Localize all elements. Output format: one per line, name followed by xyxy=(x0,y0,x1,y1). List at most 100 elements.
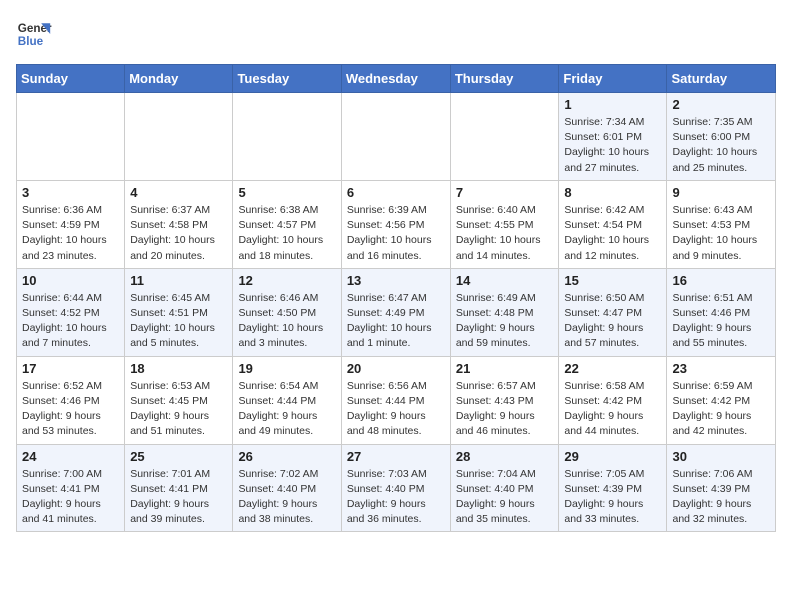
day-info: Sunrise: 6:45 AM Sunset: 4:51 PM Dayligh… xyxy=(130,291,227,352)
calendar-cell: 5 Sunrise: 6:38 AM Sunset: 4:57 PM Daylig… xyxy=(233,180,341,268)
day-info: Sunrise: 6:49 AM Sunset: 4:48 PM Dayligh… xyxy=(456,291,554,352)
day-number: 9 xyxy=(672,185,770,200)
calendar-cell: 23 Sunrise: 6:59 AM Sunset: 4:42 PM Dayli… xyxy=(667,356,776,444)
day-info: Sunrise: 7:03 AM Sunset: 4:40 PM Dayligh… xyxy=(347,467,445,528)
calendar-week-1: 1Sunrise: 7:34 AM Sunset: 6:01 PM Daylig… xyxy=(17,93,776,181)
calendar-cell: 6 Sunrise: 6:39 AM Sunset: 4:56 PM Daylig… xyxy=(341,180,450,268)
day-number: 16 xyxy=(672,273,770,288)
day-number: 23 xyxy=(672,361,770,376)
calendar-body: 1Sunrise: 7:34 AM Sunset: 6:01 PM Daylig… xyxy=(17,93,776,532)
calendar-week-5: 24 Sunrise: 7:00 AM Sunset: 4:41 PM Dayli… xyxy=(17,444,776,532)
calendar-cell: 29 Sunrise: 7:05 AM Sunset: 4:39 PM Dayli… xyxy=(559,444,667,532)
day-number: 13 xyxy=(347,273,445,288)
day-info: Sunrise: 7:34 AM Sunset: 6:01 PM Dayligh… xyxy=(564,115,661,176)
day-info: Sunrise: 7:35 AM Sunset: 6:00 PM Dayligh… xyxy=(672,115,770,176)
day-info: Sunrise: 6:58 AM Sunset: 4:42 PM Dayligh… xyxy=(564,379,661,440)
calendar-cell: 12Sunrise: 6:46 AM Sunset: 4:50 PM Dayli… xyxy=(233,268,341,356)
weekday-header-tuesday: Tuesday xyxy=(233,65,341,93)
day-number: 6 xyxy=(347,185,445,200)
day-number: 26 xyxy=(238,449,335,464)
day-number: 12 xyxy=(238,273,335,288)
day-number: 17 xyxy=(22,361,119,376)
calendar-cell: 13 Sunrise: 6:47 AM Sunset: 4:49 PM Dayli… xyxy=(341,268,450,356)
weekday-header-friday: Friday xyxy=(559,65,667,93)
day-info: Sunrise: 6:43 AM Sunset: 4:53 PM Dayligh… xyxy=(672,203,770,264)
weekday-header-monday: Monday xyxy=(125,65,233,93)
calendar-cell: 25 Sunrise: 7:01 AM Sunset: 4:41 PM Dayli… xyxy=(125,444,233,532)
calendar-cell: 20Sunrise: 6:56 AM Sunset: 4:44 PM Dayli… xyxy=(341,356,450,444)
day-number: 19 xyxy=(238,361,335,376)
day-info: Sunrise: 6:54 AM Sunset: 4:44 PM Dayligh… xyxy=(238,379,335,440)
weekday-header-sunday: Sunday xyxy=(17,65,125,93)
calendar-cell: 30 Sunrise: 7:06 AM Sunset: 4:39 PM Dayli… xyxy=(667,444,776,532)
logo-icon: General Blue xyxy=(16,16,52,52)
calendar-cell: 26 Sunrise: 7:02 AM Sunset: 4:40 PM Dayli… xyxy=(233,444,341,532)
day-info: Sunrise: 6:59 AM Sunset: 4:42 PM Dayligh… xyxy=(672,379,770,440)
day-info: Sunrise: 6:50 AM Sunset: 4:47 PM Dayligh… xyxy=(564,291,661,352)
day-info: Sunrise: 6:52 AM Sunset: 4:46 PM Dayligh… xyxy=(22,379,119,440)
day-number: 29 xyxy=(564,449,661,464)
calendar-cell: 19 Sunrise: 6:54 AM Sunset: 4:44 PM Dayli… xyxy=(233,356,341,444)
logo: General Blue xyxy=(16,16,52,52)
day-info: Sunrise: 6:51 AM Sunset: 4:46 PM Dayligh… xyxy=(672,291,770,352)
calendar-cell: 14 Sunrise: 6:49 AM Sunset: 4:48 PM Dayli… xyxy=(450,268,559,356)
day-number: 20 xyxy=(347,361,445,376)
day-number: 21 xyxy=(456,361,554,376)
day-number: 3 xyxy=(22,185,119,200)
day-number: 25 xyxy=(130,449,227,464)
calendar-cell: 2 Sunrise: 7:35 AM Sunset: 6:00 PM Daylig… xyxy=(667,93,776,181)
calendar-cell: 1Sunrise: 7:34 AM Sunset: 6:01 PM Daylig… xyxy=(559,93,667,181)
day-number: 27 xyxy=(347,449,445,464)
calendar-cell xyxy=(17,93,125,181)
calendar-week-3: 10 Sunrise: 6:44 AM Sunset: 4:52 PM Dayli… xyxy=(17,268,776,356)
calendar-cell xyxy=(125,93,233,181)
day-info: Sunrise: 6:39 AM Sunset: 4:56 PM Dayligh… xyxy=(347,203,445,264)
calendar-cell: 8Sunrise: 6:42 AM Sunset: 4:54 PM Daylig… xyxy=(559,180,667,268)
svg-text:Blue: Blue xyxy=(18,35,44,48)
calendar-cell: 27 Sunrise: 7:03 AM Sunset: 4:40 PM Dayli… xyxy=(341,444,450,532)
calendar-cell xyxy=(450,93,559,181)
day-number: 30 xyxy=(672,449,770,464)
calendar-header: SundayMondayTuesdayWednesdayThursdayFrid… xyxy=(17,65,776,93)
day-number: 4 xyxy=(130,185,227,200)
calendar-week-2: 3Sunrise: 6:36 AM Sunset: 4:59 PM Daylig… xyxy=(17,180,776,268)
calendar-cell: 21 Sunrise: 6:57 AM Sunset: 4:43 PM Dayli… xyxy=(450,356,559,444)
calendar-week-4: 17 Sunrise: 6:52 AM Sunset: 4:46 PM Dayli… xyxy=(17,356,776,444)
calendar-cell: 24 Sunrise: 7:00 AM Sunset: 4:41 PM Dayli… xyxy=(17,444,125,532)
day-info: Sunrise: 6:38 AM Sunset: 4:57 PM Dayligh… xyxy=(238,203,335,264)
day-info: Sunrise: 7:02 AM Sunset: 4:40 PM Dayligh… xyxy=(238,467,335,528)
day-number: 15 xyxy=(564,273,661,288)
day-info: Sunrise: 7:01 AM Sunset: 4:41 PM Dayligh… xyxy=(130,467,227,528)
calendar-cell: 28Sunrise: 7:04 AM Sunset: 4:40 PM Dayli… xyxy=(450,444,559,532)
day-number: 24 xyxy=(22,449,119,464)
day-info: Sunrise: 6:53 AM Sunset: 4:45 PM Dayligh… xyxy=(130,379,227,440)
day-info: Sunrise: 6:47 AM Sunset: 4:49 PM Dayligh… xyxy=(347,291,445,352)
calendar-cell: 22 Sunrise: 6:58 AM Sunset: 4:42 PM Dayli… xyxy=(559,356,667,444)
day-number: 22 xyxy=(564,361,661,376)
day-info: Sunrise: 7:04 AM Sunset: 4:40 PM Dayligh… xyxy=(456,467,554,528)
page-header: General Blue xyxy=(16,16,776,52)
calendar-cell xyxy=(233,93,341,181)
day-number: 2 xyxy=(672,97,770,112)
weekday-header-wednesday: Wednesday xyxy=(341,65,450,93)
day-number: 14 xyxy=(456,273,554,288)
day-info: Sunrise: 7:05 AM Sunset: 4:39 PM Dayligh… xyxy=(564,467,661,528)
calendar-cell xyxy=(341,93,450,181)
calendar-cell: 18 Sunrise: 6:53 AM Sunset: 4:45 PM Dayli… xyxy=(125,356,233,444)
calendar-cell: 17 Sunrise: 6:52 AM Sunset: 4:46 PM Dayli… xyxy=(17,356,125,444)
weekday-row: SundayMondayTuesdayWednesdayThursdayFrid… xyxy=(17,65,776,93)
day-number: 11 xyxy=(130,273,227,288)
day-number: 18 xyxy=(130,361,227,376)
day-info: Sunrise: 7:06 AM Sunset: 4:39 PM Dayligh… xyxy=(672,467,770,528)
day-info: Sunrise: 7:00 AM Sunset: 4:41 PM Dayligh… xyxy=(22,467,119,528)
day-info: Sunrise: 6:37 AM Sunset: 4:58 PM Dayligh… xyxy=(130,203,227,264)
weekday-header-thursday: Thursday xyxy=(450,65,559,93)
calendar-cell: 11 Sunrise: 6:45 AM Sunset: 4:51 PM Dayli… xyxy=(125,268,233,356)
calendar-cell: 10 Sunrise: 6:44 AM Sunset: 4:52 PM Dayli… xyxy=(17,268,125,356)
day-number: 5 xyxy=(238,185,335,200)
day-info: Sunrise: 6:57 AM Sunset: 4:43 PM Dayligh… xyxy=(456,379,554,440)
weekday-header-saturday: Saturday xyxy=(667,65,776,93)
day-info: Sunrise: 6:40 AM Sunset: 4:55 PM Dayligh… xyxy=(456,203,554,264)
day-number: 10 xyxy=(22,273,119,288)
day-info: Sunrise: 6:44 AM Sunset: 4:52 PM Dayligh… xyxy=(22,291,119,352)
